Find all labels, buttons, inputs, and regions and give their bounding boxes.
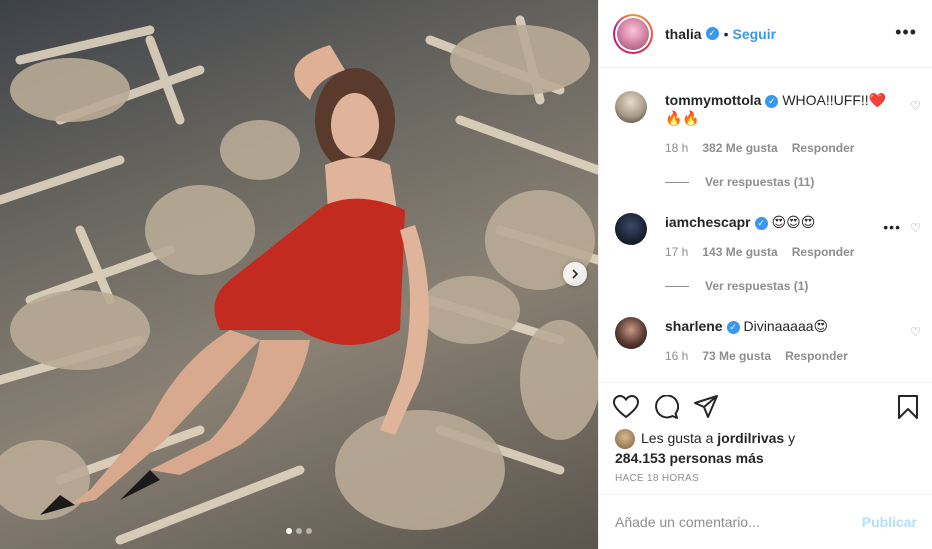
carousel-indicator bbox=[286, 528, 312, 534]
instagram-post: thalia ✓ • Seguir ••• tommymottola ✓ WHOA… bbox=[0, 0, 932, 549]
carousel-next-button[interactable] bbox=[563, 262, 587, 286]
likes-prefix: Les gusta a bbox=[641, 430, 714, 446]
heart-icon[interactable] bbox=[613, 395, 639, 419]
carousel-dot bbox=[306, 528, 312, 534]
reply-button[interactable]: Responder bbox=[792, 245, 855, 259]
commenter-username[interactable]: sharlene bbox=[665, 318, 723, 334]
photo-scene bbox=[0, 15, 598, 545]
view-replies-button[interactable]: Ver respuestas (1) bbox=[665, 279, 808, 293]
commenter-avatar[interactable] bbox=[615, 317, 647, 349]
comment-like-icon[interactable]: ♡ bbox=[910, 325, 921, 339]
author-username[interactable]: thalia bbox=[665, 26, 702, 42]
view-replies-label: Ver respuestas (1) bbox=[705, 279, 809, 293]
comment-text: Divinaaaaa😍 bbox=[743, 318, 829, 334]
comment-body: iamchescapr ✓ 😍😍😍 bbox=[665, 213, 891, 231]
chevron-right-icon bbox=[572, 269, 579, 279]
carousel-dot bbox=[286, 528, 292, 534]
post-header: thalia ✓ • Seguir ••• bbox=[599, 0, 932, 68]
comment-meta: 16 h 73 Me gusta Responder bbox=[665, 349, 848, 363]
comment-icon[interactable] bbox=[653, 395, 679, 419]
commenter-avatar[interactable] bbox=[615, 91, 647, 123]
verified-icon: ✓ bbox=[726, 320, 740, 334]
post-timestamp[interactable]: HACE 18 HORAS bbox=[615, 473, 699, 484]
bookmark-icon bbox=[898, 395, 918, 419]
add-comment-bar: Añade un comentario... Publicar bbox=[599, 494, 932, 549]
verified-icon: ✓ bbox=[754, 216, 768, 230]
comment-time[interactable]: 16 h bbox=[665, 349, 688, 363]
carousel-dot bbox=[296, 528, 302, 534]
comment-like-icon[interactable]: ♡ bbox=[910, 221, 921, 235]
separator: • bbox=[723, 25, 729, 42]
comment-time[interactable]: 17 h bbox=[665, 245, 688, 259]
commenter-avatar[interactable] bbox=[615, 213, 647, 245]
post-side-panel: thalia ✓ • Seguir ••• tommymottola ✓ WHOA… bbox=[598, 0, 932, 549]
liker-username[interactable]: jordilrivas bbox=[717, 430, 784, 446]
comments-list[interactable]: tommymottola ✓ WHOA!!UFF!!❤️🔥🔥 ♡ 18 h 382… bbox=[599, 69, 932, 382]
comment-text: 😍😍😍 bbox=[771, 214, 816, 230]
likes-summary[interactable]: Les gusta a jordilrivas y 284.153 person… bbox=[615, 429, 915, 467]
post-photo[interactable] bbox=[0, 0, 598, 549]
author-avatar[interactable] bbox=[613, 13, 653, 54]
liker-avatar bbox=[615, 429, 635, 450]
comment-body: sharlene ✓ Divinaaaaa😍 bbox=[665, 317, 891, 335]
more-icon[interactable]: ••• bbox=[895, 22, 917, 43]
comment-meta: 18 h 382 Me gusta Responder bbox=[665, 141, 854, 155]
comment-likes-count[interactable]: 382 Me gusta bbox=[702, 141, 777, 155]
view-replies-button[interactable]: Ver respuestas (11) bbox=[665, 175, 814, 189]
comment-more-icon[interactable]: ••• bbox=[883, 219, 901, 235]
view-replies-label: Ver respuestas (11) bbox=[705, 175, 815, 189]
comment-time[interactable]: 18 h bbox=[665, 141, 688, 155]
comment-input[interactable]: Añade un comentario... bbox=[615, 514, 862, 530]
comment-likes-count[interactable]: 143 Me gusta bbox=[702, 245, 777, 259]
verified-icon: ✓ bbox=[765, 94, 779, 108]
comment-body: tommymottola ✓ WHOA!!UFF!!❤️🔥🔥 bbox=[665, 91, 891, 127]
replies-line bbox=[665, 181, 689, 183]
commenter-username[interactable]: tommymottola bbox=[665, 92, 761, 108]
reply-button[interactable]: Responder bbox=[785, 349, 848, 363]
likes-count[interactable]: 284.153 personas más bbox=[615, 450, 764, 466]
commenter-username[interactable]: iamchescapr bbox=[665, 214, 751, 230]
publish-button[interactable]: Publicar bbox=[862, 514, 917, 530]
reply-button[interactable]: Responder bbox=[792, 141, 855, 155]
verified-icon: ✓ bbox=[705, 27, 719, 40]
share-icon[interactable] bbox=[693, 395, 719, 419]
follow-button[interactable]: Seguir bbox=[732, 26, 776, 42]
replies-line bbox=[665, 285, 689, 287]
action-bar bbox=[613, 395, 719, 419]
author-avatar-image bbox=[617, 17, 649, 50]
post-actions-area: Les gusta a jordilrivas y 284.153 person… bbox=[599, 382, 932, 494]
bookmark-button[interactable] bbox=[897, 395, 919, 419]
likes-conjunction: y bbox=[788, 430, 796, 446]
comment-likes-count[interactable]: 73 Me gusta bbox=[702, 349, 771, 363]
comment-like-icon[interactable]: ♡ bbox=[910, 99, 921, 113]
comment-meta: 17 h 143 Me gusta Responder bbox=[665, 245, 854, 259]
